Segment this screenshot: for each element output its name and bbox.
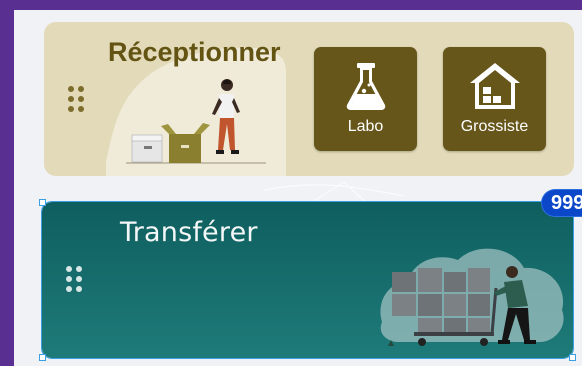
warehouse-icon (469, 63, 520, 109)
drag-dot (78, 106, 84, 112)
receive-title: Réceptionner (108, 37, 281, 67)
flask-icon (346, 63, 385, 110)
labo-button[interactable]: Labo (314, 47, 417, 151)
transfer-card[interactable]: Transférer (41, 201, 574, 359)
drag-handle-icon[interactable] (66, 266, 84, 294)
drag-dot (78, 86, 84, 92)
drag-dot (68, 106, 74, 112)
transfer-illustration (380, 248, 564, 346)
drag-handle-icon[interactable] (68, 86, 86, 114)
transfer-title: Transférer (120, 217, 258, 248)
count-badge: 999 (542, 190, 582, 216)
main-panel: Réceptionner Labo Grossiste Transférer 9… (14, 10, 582, 366)
drag-dot (66, 286, 72, 292)
labo-label: Labo (347, 118, 384, 135)
selection-handle[interactable] (569, 354, 576, 361)
receive-card[interactable]: Réceptionner Labo Grossiste (44, 22, 574, 176)
selection-handle[interactable] (39, 199, 46, 206)
drag-dot (76, 276, 82, 282)
drag-dot (78, 96, 84, 102)
drag-dot (68, 86, 74, 92)
grossiste-label: Grossiste (460, 118, 529, 135)
drag-dot (68, 96, 74, 102)
drag-dot (66, 266, 72, 272)
drag-dot (76, 266, 82, 272)
drag-dot (76, 286, 82, 292)
selection-handle[interactable] (39, 354, 46, 361)
grossiste-button[interactable]: Grossiste (443, 47, 546, 151)
drag-dot (66, 276, 72, 282)
